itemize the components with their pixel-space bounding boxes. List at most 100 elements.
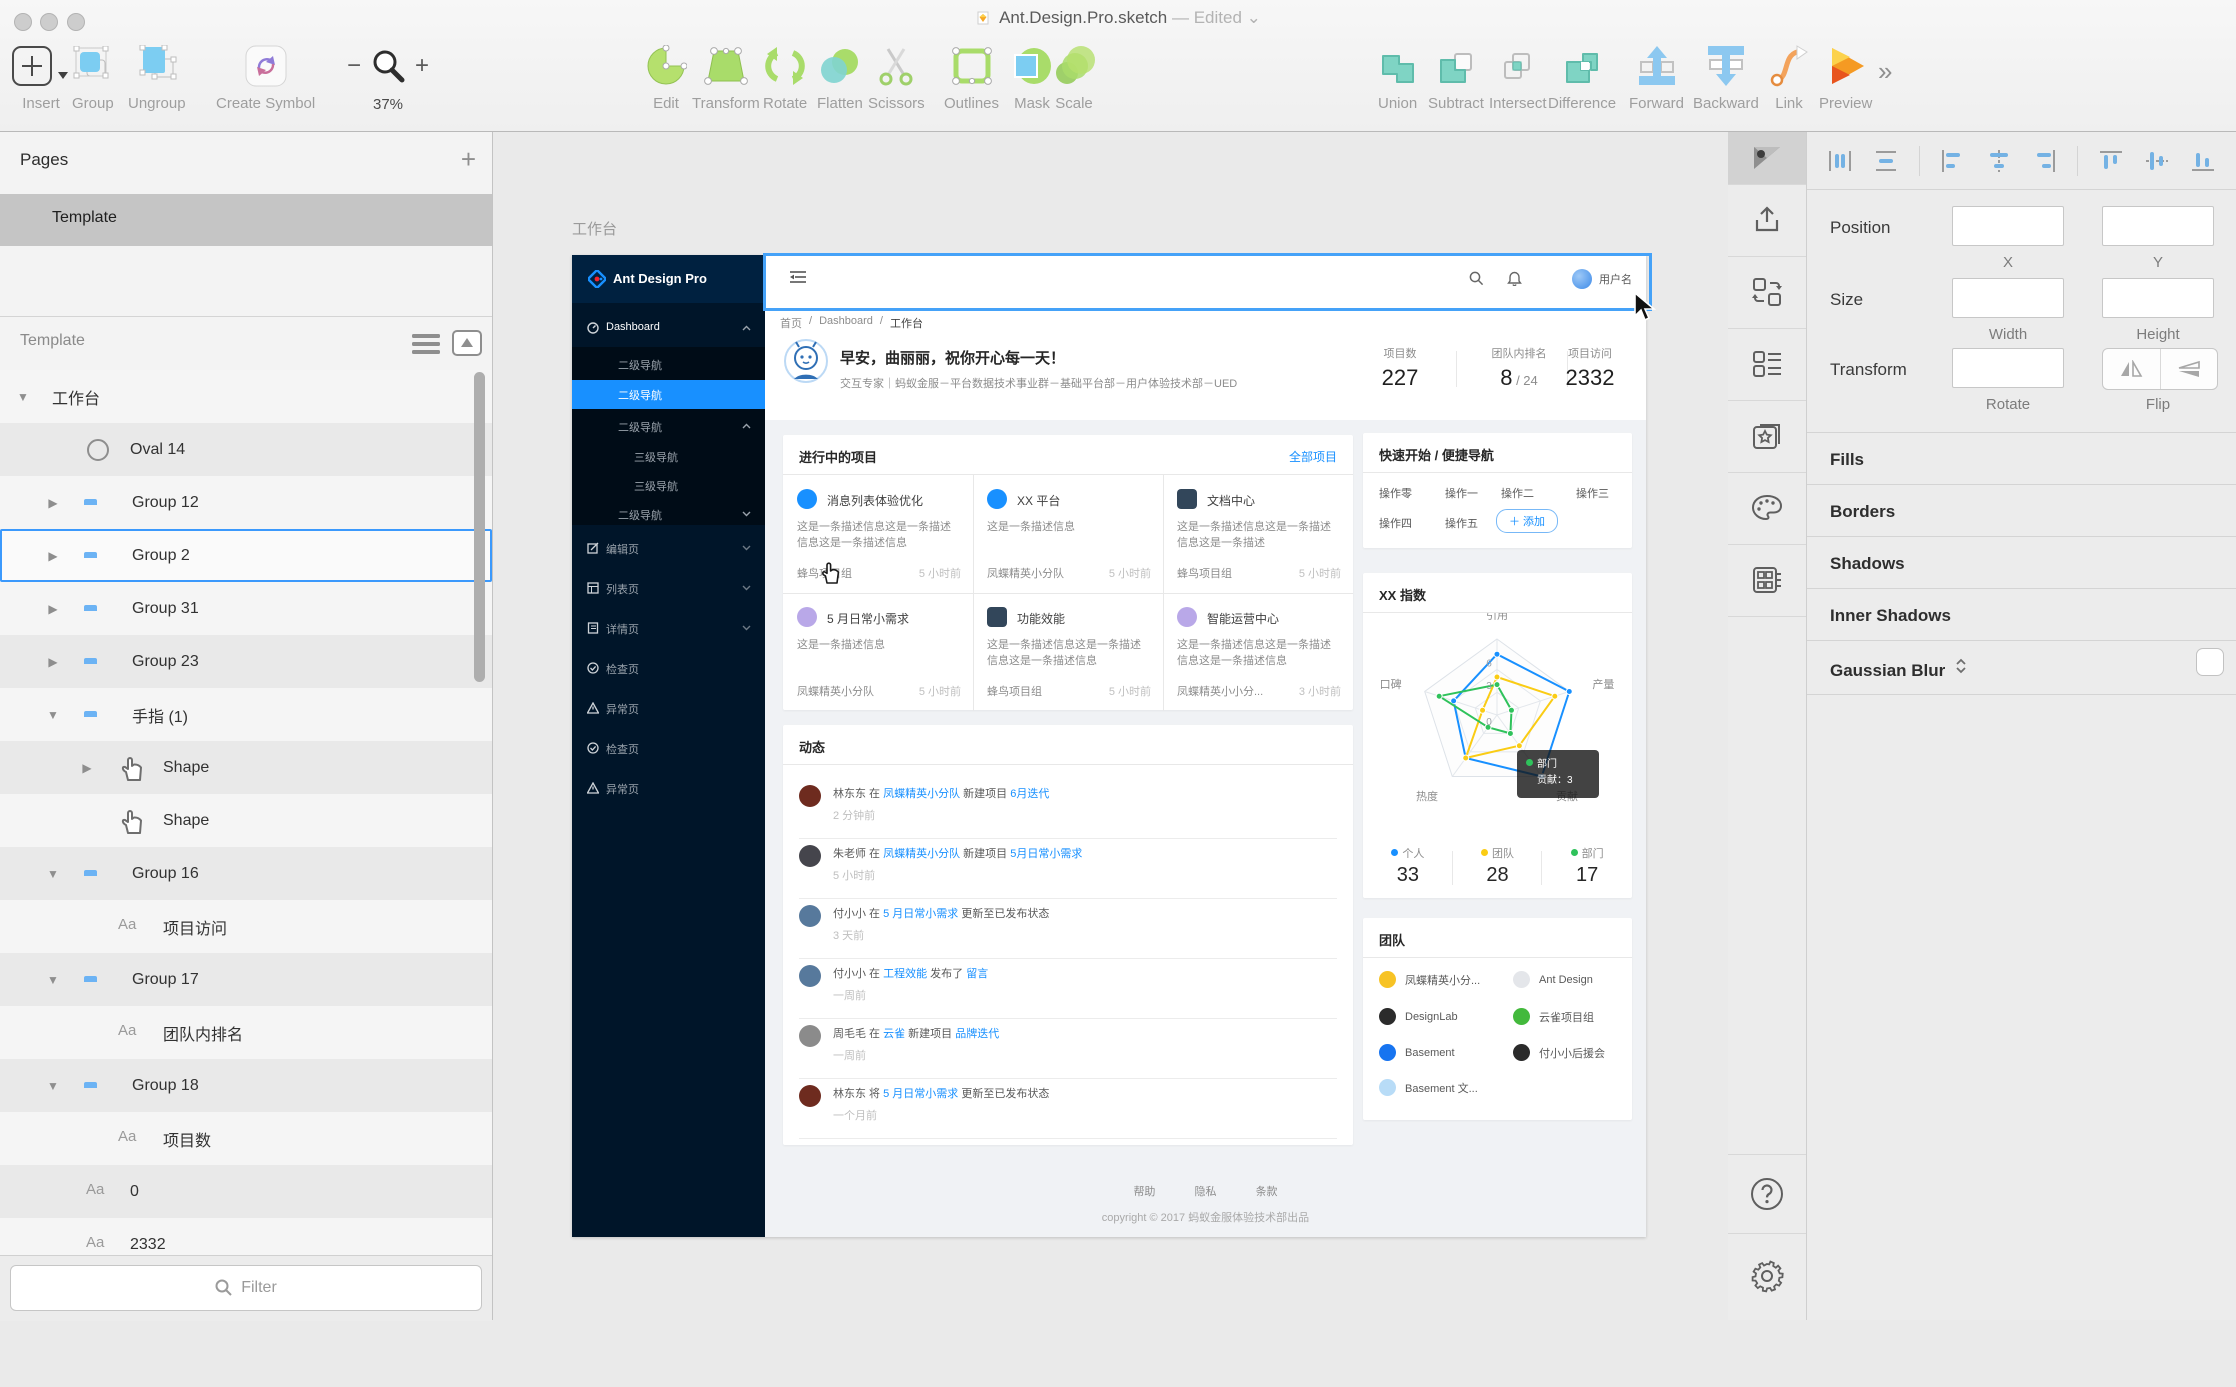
settings-gear-button[interactable] xyxy=(1728,1232,1806,1320)
artboard[interactable]: Ant Design Pro Dashboard 二级导航 二级导航 二级导航 … xyxy=(572,253,1652,1237)
menu-edit-page[interactable]: 编辑页 xyxy=(572,533,765,563)
disclosure-right-icon[interactable]: ▶ xyxy=(46,655,60,669)
align-top-icon[interactable] xyxy=(2098,149,2124,173)
filter-input[interactable]: Filter xyxy=(10,1265,482,1311)
feed-item[interactable]: 朱老师 在 凤蝶精英小分队 新建项目 5月日常小需求 5 小时前 xyxy=(783,839,1353,899)
list-view-icon[interactable] xyxy=(412,333,440,355)
help-button[interactable] xyxy=(1728,1154,1806,1234)
flatten-button[interactable]: Flatten xyxy=(817,42,863,112)
styles-palette-tab[interactable] xyxy=(1728,472,1806,545)
scissors-button[interactable]: Scissors xyxy=(868,42,925,112)
menu-dashboard[interactable]: Dashboard xyxy=(572,313,765,343)
stepper-chevrons-icon[interactable] xyxy=(1955,658,1967,674)
quick-op[interactable]: 操作一 xyxy=(1445,485,1478,501)
team-item[interactable]: 付小小后援会 xyxy=(1513,1044,1605,1061)
flip-control[interactable] xyxy=(2102,348,2218,390)
transform-button[interactable]: Transform xyxy=(692,42,760,112)
team-item[interactable]: Basement xyxy=(1379,1044,1455,1061)
disclosure-right-icon[interactable]: ▶ xyxy=(46,496,60,510)
layer-row-text[interactable]: Aa 团队内排名 xyxy=(0,1006,492,1059)
layer-row-group[interactable]: ▼ Group 17 xyxy=(0,953,492,1006)
menu-check-page[interactable]: 检查页 xyxy=(572,653,765,683)
menu-error-page[interactable]: 异常页 xyxy=(572,773,765,803)
borders-section[interactable]: Borders xyxy=(1830,502,1895,522)
layer-row-finger-group[interactable]: ▼ 手指 (1) xyxy=(0,688,492,741)
menu-list-page[interactable]: 列表页 xyxy=(572,573,765,603)
disclosure-down-icon[interactable]: ▼ xyxy=(46,708,60,722)
project-card[interactable]: 5 月日常小需求 这是一条描述信息 凤蝶精英小分队 5 小时前 xyxy=(783,593,974,711)
rotate-button[interactable]: Rotate xyxy=(763,42,807,112)
distribute-vertical-icon[interactable] xyxy=(1873,149,1899,173)
menu-level2-selected[interactable]: 二级导航 xyxy=(572,380,765,409)
quick-op[interactable]: 操作二 xyxy=(1501,485,1534,501)
team-item[interactable]: 凤蝶精英小分... xyxy=(1379,971,1480,988)
feed-item[interactable]: 周毛毛 在 云雀 新建项目 品牌迭代 一周前 xyxy=(783,1019,1353,1079)
menu-error-page[interactable]: 异常页 xyxy=(572,693,765,723)
rotate-field[interactable] xyxy=(1952,348,2064,388)
team-item[interactable]: DesignLab xyxy=(1379,1008,1458,1025)
feed-item[interactable]: 付小小 在 5 月日常小需求 更新至已发布状态 3 天前 xyxy=(783,899,1353,959)
all-projects-link[interactable]: 全部项目 xyxy=(1289,448,1337,465)
link-button[interactable]: Link xyxy=(1769,42,1809,112)
size-width-field[interactable] xyxy=(1952,278,2064,318)
ungroup-button[interactable]: Ungroup xyxy=(128,42,186,112)
export-tab[interactable] xyxy=(1728,184,1806,257)
artboard-view-icon[interactable] xyxy=(452,330,482,356)
add-op-button[interactable]: ＋ 添加 xyxy=(1496,509,1559,533)
align-middle-icon[interactable] xyxy=(2144,149,2170,173)
toolbar-overflow-button[interactable]: » xyxy=(1878,56,1893,87)
insert-button[interactable]: Insert xyxy=(12,42,70,112)
project-card[interactable]: 智能运营中心 这是一条描述信息这是一条描述信息这是一条描述信息 凤蝶精英小小分.… xyxy=(1163,593,1353,711)
swap-symbol-tab[interactable] xyxy=(1728,256,1806,329)
team-item[interactable]: Ant Design xyxy=(1513,971,1593,988)
flip-vertical-icon[interactable] xyxy=(2161,349,2218,389)
backward-button[interactable]: Backward xyxy=(1693,42,1759,112)
edit-button[interactable]: Edit xyxy=(645,42,687,112)
select-tool-tab[interactable] xyxy=(1728,132,1806,185)
layer-row-group[interactable]: ▼ Group 16 xyxy=(0,847,492,900)
menu-collapse-icon[interactable] xyxy=(790,270,806,284)
menu-level2[interactable]: 二级导航 xyxy=(572,411,765,441)
feed-item[interactable]: 林东东 将 5 月日常小需求 更新至已发布状态 一个月前 xyxy=(783,1079,1353,1139)
difference-button[interactable]: Difference xyxy=(1548,42,1616,112)
layer-row-group[interactable]: ▼ Group 18 xyxy=(0,1059,492,1112)
subtract-button[interactable]: Subtract xyxy=(1428,42,1484,112)
quick-op[interactable]: 操作零 xyxy=(1379,485,1412,501)
components-tab[interactable] xyxy=(1728,400,1806,473)
forward-button[interactable]: Forward xyxy=(1629,42,1684,112)
outlines-button[interactable]: Outlines xyxy=(944,42,999,112)
team-item[interactable]: 云雀项目组 xyxy=(1513,1008,1594,1025)
preview-button[interactable]: Preview xyxy=(1819,42,1872,112)
team-item[interactable]: Basement 文... xyxy=(1379,1079,1478,1096)
grid-settings-tab[interactable] xyxy=(1728,544,1806,617)
project-card[interactable]: 功能效能 这是一条描述信息这是一条描述信息这是一条描述信息 蜂鸟项目组 5 小时… xyxy=(973,593,1164,711)
menu-level3[interactable]: 三级导航 xyxy=(572,470,765,500)
feed-item[interactable]: 林东东 在 凤蝶精英小分队 新建项目 6月迭代 2 分钟前 xyxy=(783,779,1353,839)
layer-row-text[interactable]: Aa 项目访问 xyxy=(0,900,492,953)
layer-row-shape[interactable]: ▶ Shape xyxy=(0,741,492,794)
app-logo[interactable]: Ant Design Pro xyxy=(572,255,765,303)
artboard-title[interactable]: 工作台 xyxy=(572,218,617,239)
project-card[interactable]: XX 平台 这是一条描述信息 凤蝶精英小分队 5 小时前 xyxy=(973,475,1164,594)
project-card[interactable]: 文档中心 这是一条描述信息这是一条描述信息这是一条描述 蜂鸟项目组 5 小时前 xyxy=(1163,475,1353,594)
layer-row-text[interactable]: Aa 项目数 xyxy=(0,1112,492,1165)
align-left-icon[interactable] xyxy=(1940,149,1966,173)
layer-row-shape[interactable]: Shape xyxy=(0,794,492,847)
feed-item[interactable]: 付小小 在 工程效能 发布了 留言 一周前 xyxy=(783,959,1353,1019)
zoom-in-button[interactable]: + xyxy=(415,52,429,80)
project-card[interactable]: 消息列表体验优化 这是一条描述信息这是一条描述信息这是一条描述信息 蜂鸟项目组 … xyxy=(783,475,974,594)
add-page-button[interactable]: + xyxy=(461,144,476,175)
shadows-section[interactable]: Shadows xyxy=(1830,554,1905,574)
menu-level3[interactable]: 三级导航 xyxy=(572,441,765,471)
user-menu[interactable]: 用户名 xyxy=(1572,269,1632,289)
disclosure-right-icon[interactable]: ▶ xyxy=(46,602,60,616)
layer-props-tab[interactable] xyxy=(1728,328,1806,401)
layer-row-oval[interactable]: Oval 14 xyxy=(0,423,492,476)
canvas[interactable]: 工作台 Ant Design Pro Dashboard 二级导航 二级导航 二… xyxy=(493,132,1728,1320)
position-x-field[interactable] xyxy=(1952,206,2064,246)
layer-row-group[interactable]: ▶ Group 12 xyxy=(0,476,492,529)
distribute-horizontal-icon[interactable] xyxy=(1827,149,1853,173)
align-bottom-icon[interactable] xyxy=(2190,149,2216,173)
layer-list-scrollbar[interactable] xyxy=(474,372,485,682)
layer-row-group-selected[interactable]: ▶ Group 2 xyxy=(0,529,492,582)
